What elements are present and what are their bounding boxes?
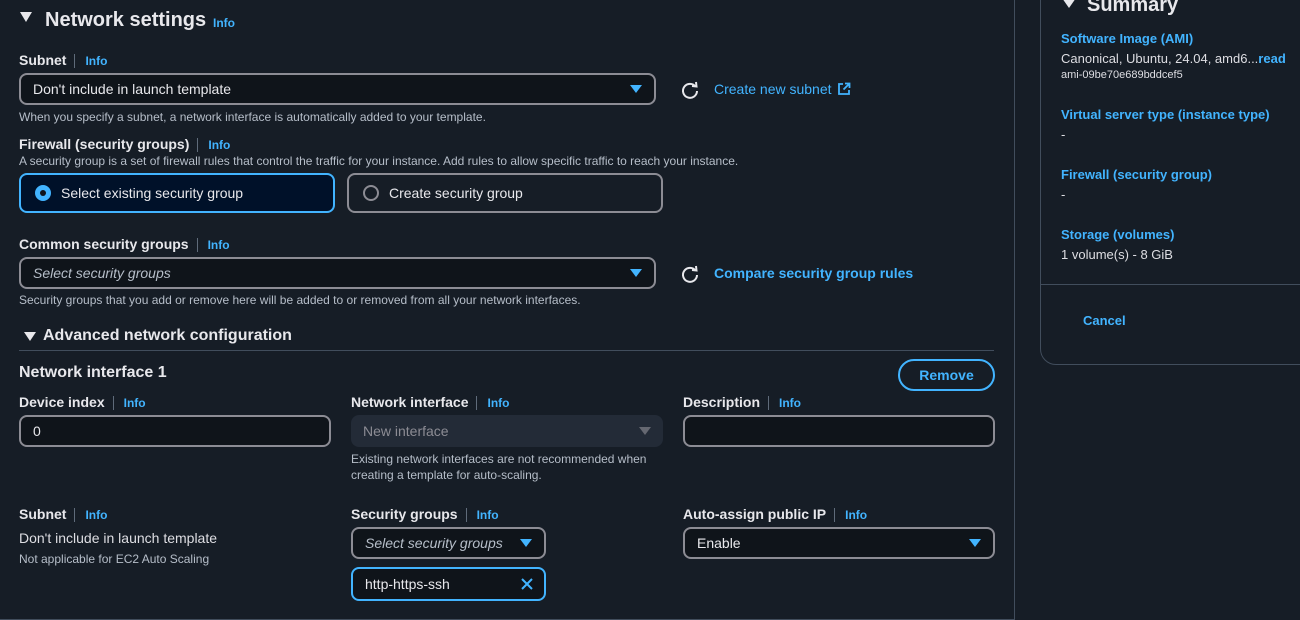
select-existing-sg-label: Select existing security group xyxy=(61,185,244,201)
create-sg-label: Create security group xyxy=(389,185,523,201)
summary-divider xyxy=(1041,284,1300,285)
firewall-info-link[interactable]: Info xyxy=(197,138,231,152)
description-label: Description Info xyxy=(683,394,802,410)
network-interface-info-link[interactable]: Info xyxy=(476,396,510,410)
iface-sg-select[interactable]: Select security groups xyxy=(351,527,546,559)
description-info-link[interactable]: Info xyxy=(768,396,802,410)
chevron-down-icon xyxy=(520,539,532,547)
ami-value: Canonical, Ubuntu, 24.04, amd6...read xyxy=(1061,51,1286,66)
iface-subnet-label: Subnet Info xyxy=(19,506,108,522)
create-sg-option[interactable]: Create security group xyxy=(347,173,663,213)
iface-subnet-hint: Not applicable for EC2 Auto Scaling xyxy=(19,552,210,566)
summary-caret-icon[interactable] xyxy=(1062,0,1076,8)
close-icon[interactable] xyxy=(520,577,534,591)
description-input[interactable] xyxy=(683,415,995,447)
advanced-caret-icon[interactable] xyxy=(24,332,36,341)
create-subnet-link[interactable]: Create new subnet xyxy=(714,81,851,97)
select-existing-sg-option[interactable]: Select existing security group xyxy=(19,173,335,213)
ami-read-more-link[interactable]: read xyxy=(1258,51,1285,66)
common-sg-placeholder: Select security groups xyxy=(33,265,171,281)
storage-value: 1 volume(s) - 8 GiB xyxy=(1061,247,1173,262)
subnet-select[interactable]: Don't include in launch template xyxy=(19,73,656,105)
iface-sg-info-link[interactable]: Info xyxy=(465,508,499,522)
iface-subnet-info-link[interactable]: Info xyxy=(74,508,108,522)
summary-title: Summary xyxy=(1087,0,1179,16)
instance-type-value: - xyxy=(1061,127,1066,142)
radio-unselected-icon xyxy=(363,185,379,201)
refresh-icon[interactable] xyxy=(680,80,700,100)
subnet-label: Subnet Info xyxy=(19,52,108,68)
iface-sg-placeholder: Select security groups xyxy=(365,535,503,551)
firewall-label: Firewall (security groups) Info xyxy=(19,136,231,152)
network-interface-select: New interface xyxy=(351,415,663,447)
device-index-input[interactable]: 0 xyxy=(19,415,331,447)
common-sg-hint: Security groups that you add or remove h… xyxy=(19,293,581,307)
subnet-select-value: Don't include in launch template xyxy=(33,81,232,97)
common-sg-label: Common security groups Info xyxy=(19,236,230,252)
chevron-down-icon xyxy=(969,539,981,547)
network-interface-label: Network interface Info xyxy=(351,394,510,410)
cancel-button[interactable]: Cancel xyxy=(1083,313,1126,328)
firewall-summary-label[interactable]: Firewall (security group) xyxy=(1061,167,1212,182)
public-ip-select[interactable]: Enable xyxy=(683,527,995,559)
collapse-caret-icon[interactable] xyxy=(20,12,32,22)
external-link-icon xyxy=(838,82,851,95)
divider xyxy=(19,350,994,351)
network-info-link[interactable]: Info xyxy=(213,16,235,30)
instance-type-label[interactable]: Virtual server type (instance type) xyxy=(1061,107,1270,122)
public-ip-value: Enable xyxy=(697,535,741,551)
chevron-down-icon xyxy=(630,85,642,93)
radio-selected-icon xyxy=(35,185,51,201)
sg-token-label: http-https-ssh xyxy=(365,576,450,592)
storage-label[interactable]: Storage (volumes) xyxy=(1061,227,1174,242)
compare-sg-rules-link[interactable]: Compare security group rules xyxy=(714,265,913,281)
ami-label[interactable]: Software Image (AMI) xyxy=(1061,31,1193,46)
chevron-down-icon xyxy=(630,269,642,277)
ami-id: ami-09be70e689bddcef5 xyxy=(1061,69,1183,81)
chevron-down-icon xyxy=(639,427,651,435)
subnet-info-link[interactable]: Info xyxy=(74,54,108,68)
refresh-icon[interactable] xyxy=(680,264,700,284)
network-interface-hint-2: creating a template for auto-scaling. xyxy=(351,468,542,482)
subnet-hint: When you specify a subnet, a network int… xyxy=(19,110,486,124)
public-ip-info-link[interactable]: Info xyxy=(834,508,868,522)
advanced-network-title[interactable]: Advanced network configuration xyxy=(43,327,292,345)
firewall-hint: A security group is a set of firewall ru… xyxy=(19,154,739,168)
public-ip-label: Auto-assign public IP Info xyxy=(683,506,868,522)
device-index-info-link[interactable]: Info xyxy=(112,396,146,410)
network-interface-title: Network interface 1 xyxy=(19,364,167,381)
sg-token: http-https-ssh xyxy=(351,567,546,601)
iface-subnet-value: Don't include in launch template xyxy=(19,530,218,546)
remove-button[interactable]: Remove xyxy=(898,359,995,391)
common-sg-info-link[interactable]: Info xyxy=(196,238,230,252)
section-title: Network settings xyxy=(45,9,207,31)
network-interface-value: New interface xyxy=(363,423,449,439)
device-index-label: Device index Info xyxy=(19,394,146,410)
network-interface-hint-1: Existing network interfaces are not reco… xyxy=(351,452,647,466)
firewall-summary-value: - xyxy=(1061,187,1066,202)
common-sg-select[interactable]: Select security groups xyxy=(19,257,656,289)
iface-sg-label: Security groups Info xyxy=(351,506,499,522)
